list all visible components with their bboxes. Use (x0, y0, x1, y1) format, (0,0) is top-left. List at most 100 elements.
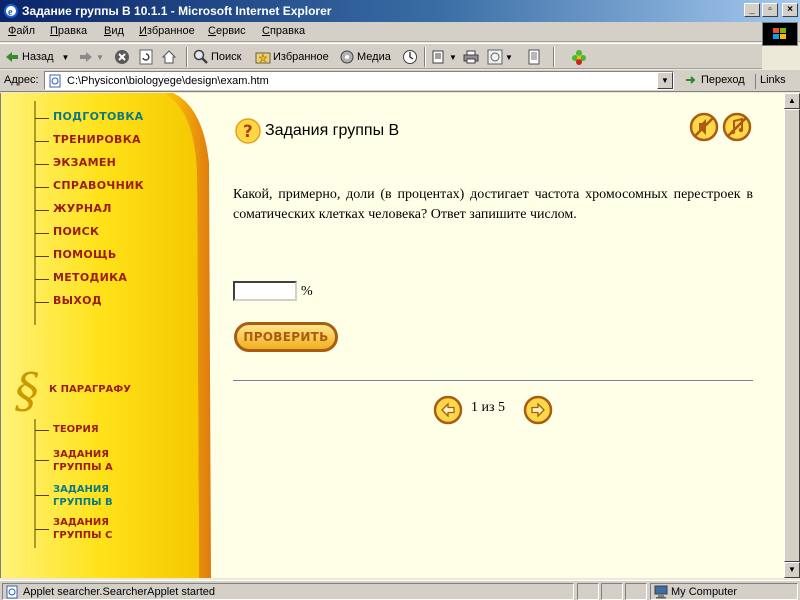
menu-bar: Файл Правка Вид Избранное Сервис Справка (0, 22, 800, 42)
nav-methodology[interactable]: МЕТОДИКА (53, 271, 127, 284)
scroll-thumb[interactable] (784, 109, 800, 562)
search-button[interactable]: Поиск (193, 47, 241, 67)
go-button[interactable]: Переход (684, 73, 745, 87)
address-label: Адрес: (4, 74, 39, 86)
music-off-icon[interactable] (722, 112, 752, 142)
back-arrow-icon (6, 52, 18, 62)
question-mark-icon: ? (235, 118, 261, 144)
refresh-button[interactable] (138, 47, 156, 67)
page-title: Задания группы B (265, 122, 400, 139)
discuss-icon (528, 49, 540, 65)
history-button[interactable] (402, 47, 420, 67)
search-label: Поиск (211, 51, 242, 63)
stop-icon (115, 50, 129, 64)
address-input[interactable]: C:\Physicon\biologyege\design\exam.htm ▼ (44, 71, 674, 90)
unit-label: % (301, 284, 313, 299)
paragraph-sign-icon: § (15, 363, 39, 419)
nav-reference[interactable]: СПРАВОЧНИК (53, 179, 144, 192)
print-button[interactable] (463, 47, 481, 67)
pager-indicator: 1 из 5 (471, 400, 506, 415)
page-icon (49, 74, 61, 88)
favorites-folder-icon (255, 52, 271, 64)
favorites-button[interactable]: Избранное (255, 47, 329, 67)
nav-tick (35, 210, 49, 211)
forward-arrow-icon (80, 52, 92, 62)
address-dropdown-icon[interactable]: ▼ (657, 72, 673, 89)
nav-search[interactable]: ПОИСК (53, 225, 99, 238)
sub-tasks-group-b[interactable]: ЗАДАНИЯ ГРУППЫ В (53, 483, 113, 509)
history-icon (403, 50, 417, 64)
edit-button[interactable]: ▼ (487, 47, 513, 67)
vertical-scrollbar[interactable]: ▲ ▼ (784, 93, 800, 578)
nav-training[interactable]: ТРЕНИРОВКА (53, 133, 141, 146)
previous-arrow-icon[interactable] (433, 395, 463, 425)
nav-help[interactable]: ПОМОЩЬ (53, 248, 117, 261)
nav-tick (35, 141, 49, 142)
page-status-icon (6, 585, 18, 599)
security-zone: My Computer (650, 583, 798, 600)
forward-button[interactable]: ▼ (78, 47, 104, 67)
nav-tick (35, 430, 49, 431)
mail-button[interactable]: ▼ (431, 47, 457, 67)
home-button[interactable] (161, 47, 179, 67)
menu-favorites[interactable]: Избранное (139, 25, 195, 37)
nav-tick (35, 164, 49, 165)
close-button[interactable]: × (782, 3, 798, 17)
nav-preparation[interactable]: ПОДГОТОВКА (53, 110, 143, 123)
nav-exit[interactable]: ВЫХОД (53, 294, 102, 307)
toolbar-separator (553, 47, 555, 67)
address-url: C:\Physicon\biologyege\design\exam.htm (67, 75, 269, 87)
sub-tasks-group-c[interactable]: ЗАДАНИЯ ГРУППЫ С (53, 516, 112, 542)
sub-tasks-group-a[interactable]: ЗАДАНИЯ ГРУППЫ А (53, 448, 113, 474)
back-dropdown-icon[interactable]: ▼ (62, 53, 70, 62)
minimize-button[interactable]: _ (744, 3, 760, 17)
page-content: ПОДГОТОВКА ТРЕНИРОВКА ЭКЗАМЕН СПРАВОЧНИК… (0, 93, 784, 578)
nav-tick (35, 118, 49, 119)
edit-dropdown-icon[interactable]: ▼ (505, 53, 513, 62)
next-arrow-icon[interactable] (523, 395, 553, 425)
menu-file[interactable]: Файл (8, 25, 35, 37)
check-button[interactable]: ПРОВЕРИТЬ (234, 322, 338, 352)
status-cell (577, 583, 599, 600)
messenger-flower-icon (572, 50, 586, 65)
back-button[interactable]: Назад ▼ (4, 47, 69, 67)
refresh-icon (139, 49, 153, 65)
question-text: Какой, примерно, доли (в процентах) дост… (233, 187, 753, 222)
favorites-label: Избранное (273, 51, 329, 63)
home-icon (161, 50, 177, 64)
nav-journal[interactable]: ЖУРНАЛ (53, 202, 112, 215)
divider (233, 380, 753, 382)
menu-tools[interactable]: Сервис (208, 25, 246, 37)
sidebar: ПОДГОТОВКА ТРЕНИРОВКА ЭКЗАМЕН СПРАВОЧНИК… (1, 93, 213, 578)
computer-icon (654, 585, 668, 599)
answer-input[interactable] (233, 281, 297, 301)
messenger-button[interactable] (571, 47, 589, 67)
mail-dropdown-icon[interactable]: ▼ (449, 53, 457, 62)
window-title: Задание группы B 10.1.1 - Microsoft Inte… (22, 4, 332, 18)
links-button[interactable]: Links (755, 74, 786, 89)
menu-help[interactable]: Справка (262, 25, 305, 37)
scroll-up-icon[interactable]: ▲ (784, 93, 800, 109)
media-label: Медиа (357, 51, 391, 63)
maximize-button[interactable]: ▫ (762, 3, 778, 17)
address-bar: Адрес: C:\Physicon\biologyege\design\exa… (0, 70, 800, 92)
nav-tick (35, 495, 49, 496)
back-label: Назад (22, 51, 54, 63)
menu-view[interactable]: Вид (104, 25, 124, 37)
nav-tick (35, 233, 49, 234)
sub-theory[interactable]: ТЕОРИЯ (53, 423, 99, 436)
status-bar: Applet searcher.SearcherApplet started M… (0, 580, 800, 600)
media-icon (340, 50, 354, 64)
media-button[interactable]: Медиа (339, 47, 391, 67)
search-icon (193, 49, 208, 64)
mail-icon (432, 50, 444, 64)
discuss-button[interactable] (526, 47, 544, 67)
to-paragraph-link[interactable]: К ПАРАГРАФУ (49, 384, 131, 395)
scroll-down-icon[interactable]: ▼ (784, 562, 800, 578)
nav-exam[interactable]: ЭКЗАМЕН (53, 156, 116, 169)
forward-dropdown-icon[interactable]: ▼ (96, 53, 104, 62)
stop-button[interactable] (114, 47, 132, 67)
menu-edit[interactable]: Правка (50, 25, 87, 37)
nav-tick (35, 279, 49, 280)
sound-off-icon[interactable] (689, 112, 719, 142)
